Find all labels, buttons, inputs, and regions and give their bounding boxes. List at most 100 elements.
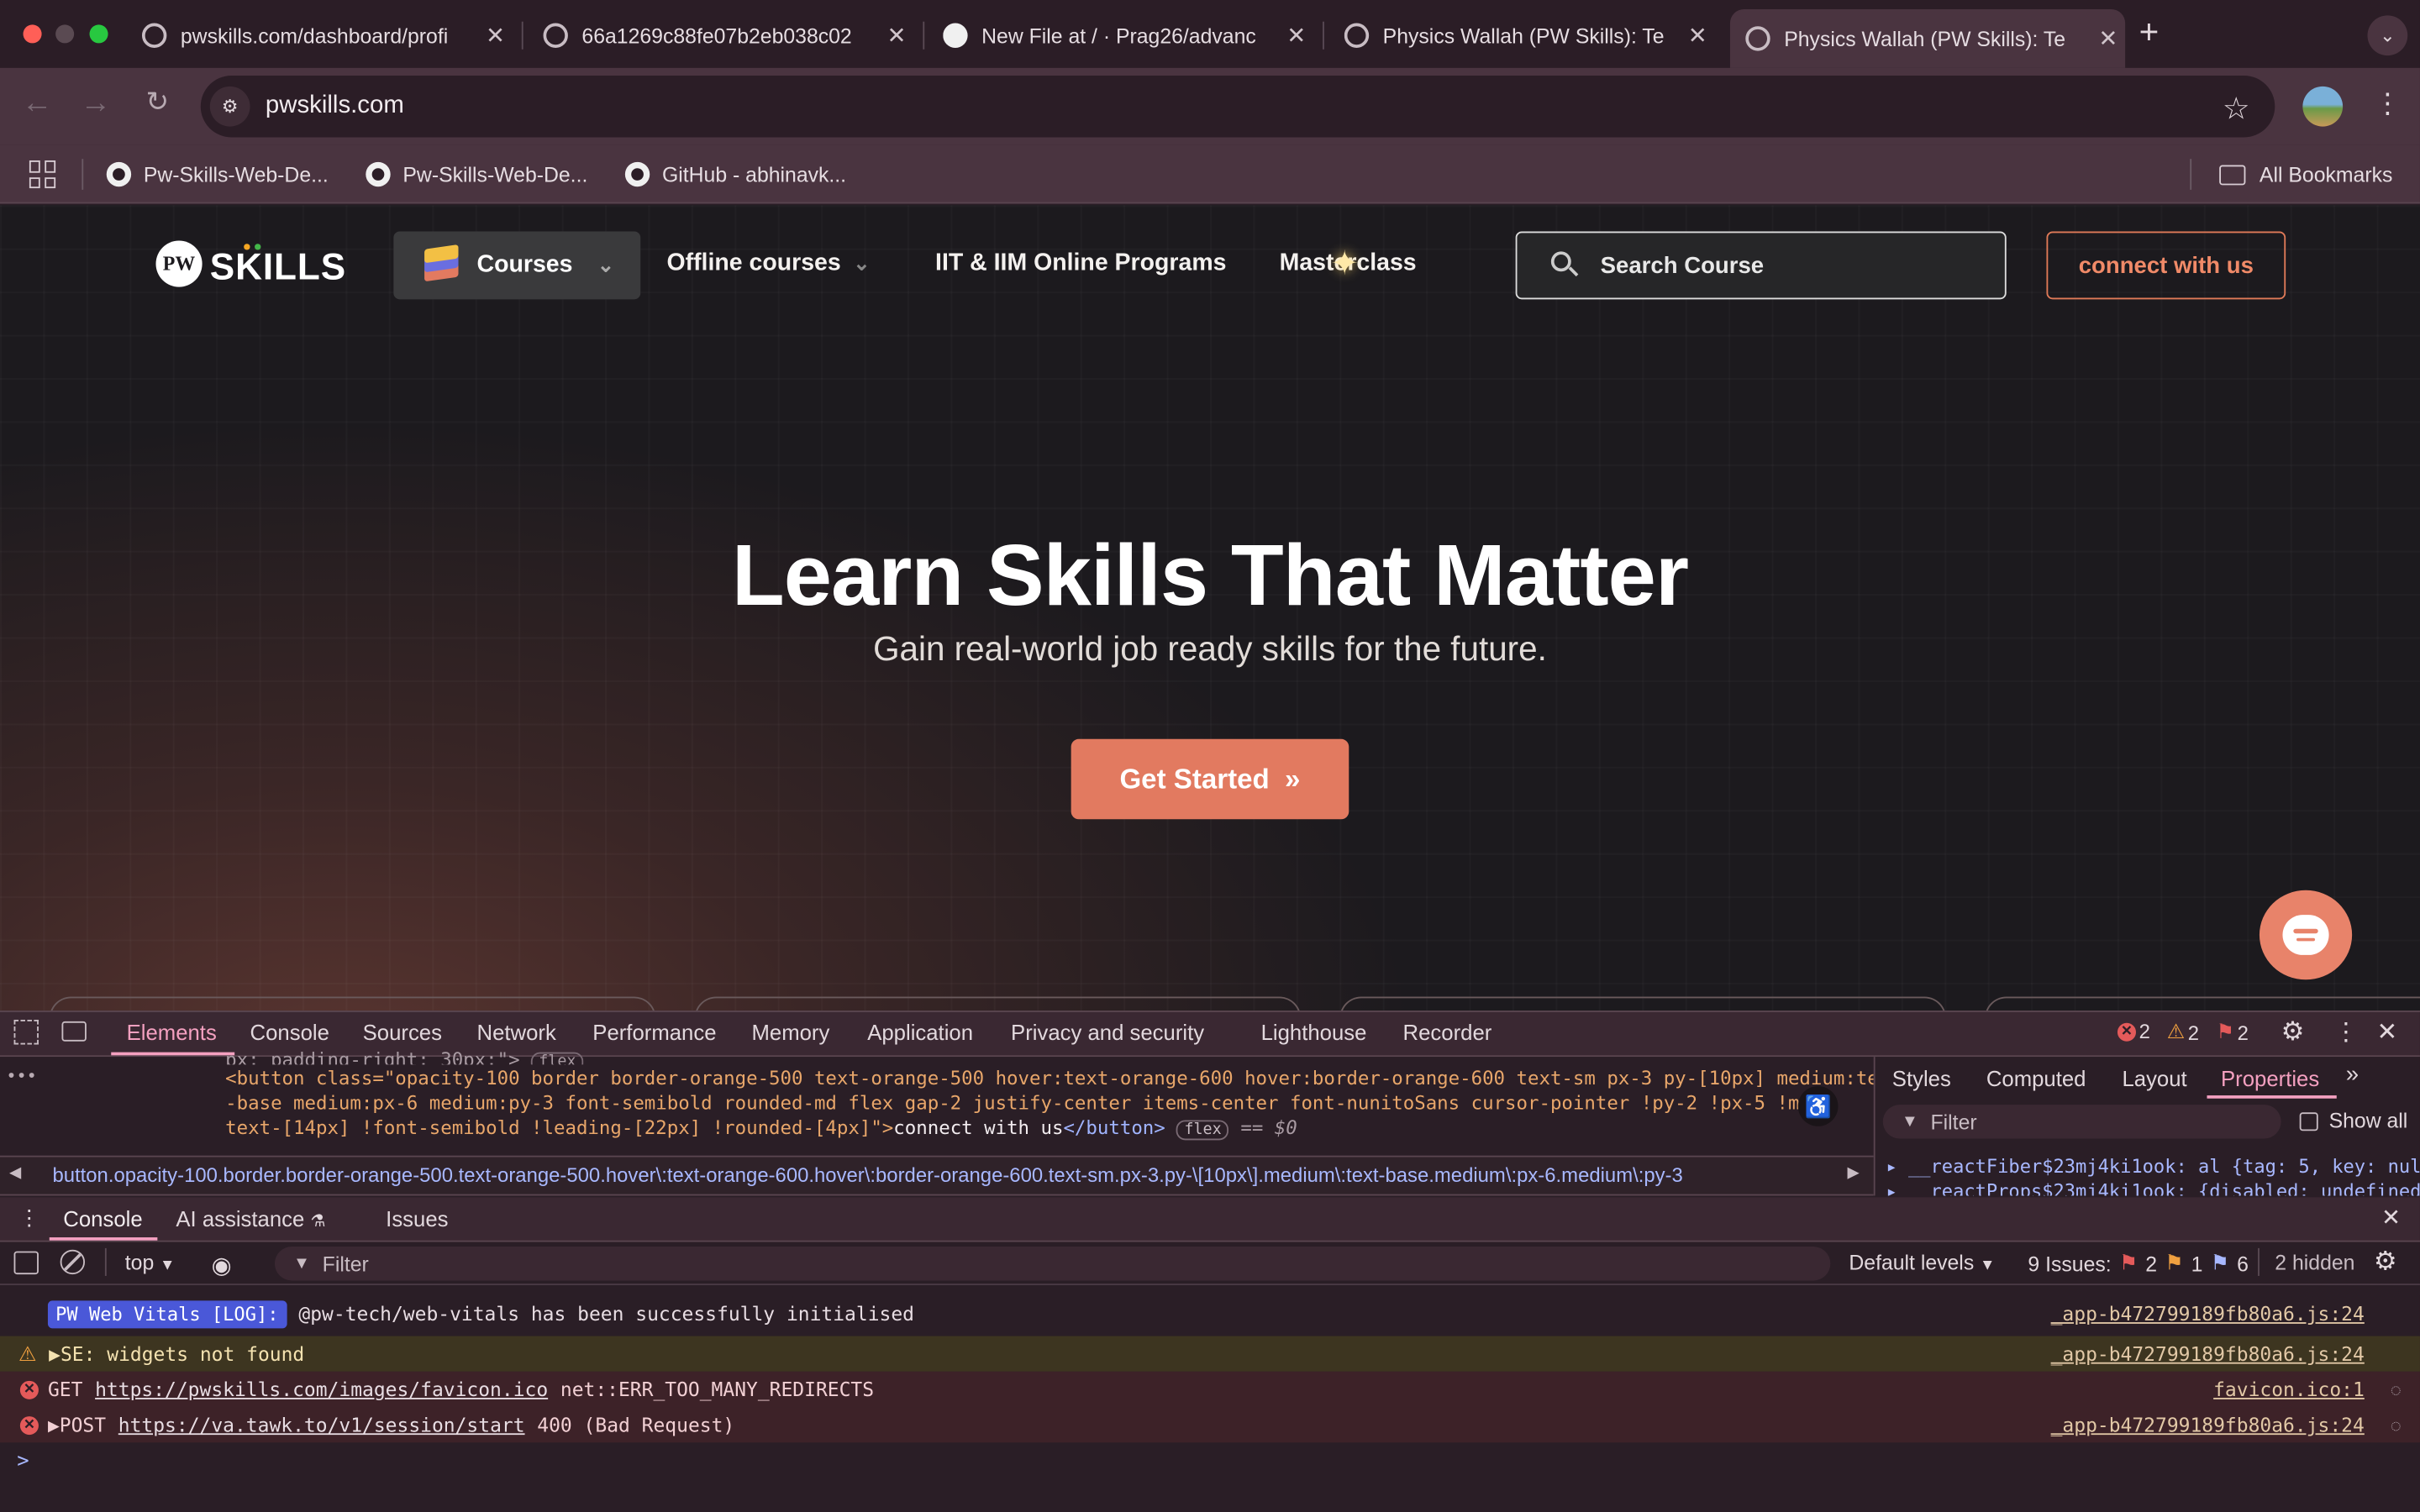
console-message-error[interactable]: ✕ GET https://pwskills.com/images/favico… <box>0 1371 2420 1408</box>
source-link[interactable]: _app-b472799189fb80a6.js:24 <box>2051 1413 2365 1436</box>
chat-widget-button[interactable] <box>2259 890 2353 980</box>
courses-dropdown-button[interactable]: Courses ⌄ <box>393 231 641 300</box>
error-url[interactable]: https://va.tawk.to/v1/session/start <box>118 1413 525 1436</box>
search-course-input[interactable]: Search Course <box>1515 231 2007 300</box>
drawer-tab-console[interactable]: Console <box>63 1206 142 1231</box>
flex-badge[interactable]: flex <box>531 1052 584 1065</box>
side-tab-layout[interactable]: Layout <box>2122 1066 2186 1090</box>
nav-iit-iim-programs[interactable]: IIT & IIM Online Programs <box>935 250 1226 278</box>
settings-gear-icon[interactable]: ⚙ <box>2281 1016 2305 1047</box>
more-tabs-icon[interactable]: » <box>2346 1062 2359 1088</box>
log-levels-dropdown[interactable]: Default levels ▼ <box>1849 1252 1995 1275</box>
logo-text[interactable]: SKILLS <box>210 247 346 290</box>
side-tab-computed[interactable]: Computed <box>1986 1066 2086 1090</box>
issues-count-badge[interactable]: ⚑ 2 <box>2217 1020 2249 1044</box>
back-arrow-icon[interactable]: ← <box>17 87 57 122</box>
devtools-tab-lighthouse[interactable]: Lighthouse <box>1261 1020 1367 1044</box>
devtools-tab-memory[interactable]: Memory <box>751 1020 829 1044</box>
devtools-tab-elements[interactable]: Elements <box>127 1020 217 1044</box>
issues-summary[interactable]: 9 Issues: ⚑ 2 ⚑ 1 ⚑ 6 <box>2028 1252 2248 1276</box>
bookmark-item[interactable]: Pw-Skills-Web-De... <box>106 156 329 193</box>
address-bar[interactable]: ⚙ pwskills.com <box>200 75 2275 138</box>
devtools-tab-performance[interactable]: Performance <box>592 1020 716 1044</box>
browser-tab-4[interactable]: Physics Wallah (PW Skills): Te ✕ <box>1344 9 1715 61</box>
console-prompt[interactable]: > <box>17 1450 29 1473</box>
devtools-tab-recorder[interactable]: Recorder <box>1403 1020 1492 1044</box>
warning-count-badge[interactable]: ⚠ 2 <box>2167 1020 2199 1044</box>
breadcrumb-selector[interactable]: button.opacity-100.border.border-orange-… <box>52 1163 1830 1187</box>
site-info-icon[interactable]: ⚙ <box>209 86 250 127</box>
code-line-0[interactable]: px; padding-right: 30px;"> flex <box>225 1049 584 1065</box>
maximize-window-button[interactable] <box>89 24 108 44</box>
forward-arrow-icon[interactable]: → <box>76 87 116 122</box>
close-window-button[interactable] <box>23 24 42 44</box>
tab-close-icon[interactable]: ✕ <box>880 22 913 50</box>
connect-with-us-button[interactable]: connect with us <box>2046 231 2286 300</box>
tab-close-icon[interactable]: ✕ <box>1280 22 1313 50</box>
browser-tab-2[interactable]: 66a1269c88fe07b2eb038c02 ✕ <box>543 9 914 61</box>
code-line-2[interactable]: -base medium:px-6 medium:py-3 font-semib… <box>225 1092 1874 1114</box>
clear-console-icon[interactable] <box>60 1249 86 1275</box>
side-tab-styles[interactable]: Styles <box>1892 1066 1951 1090</box>
drawer-tab-ai-assistance[interactable]: AI assistance ⚗ <box>176 1206 325 1231</box>
browser-tab-1[interactable]: pwskills.com/dashboard/profi ✕ <box>141 9 513 61</box>
apps-grid-icon[interactable] <box>29 160 57 189</box>
console-message-log[interactable]: PW Web Vitals [LOG]: @pw-tech/web-vitals… <box>0 1295 2420 1332</box>
console-settings-gear-icon[interactable]: ⚙ <box>2374 1247 2397 1278</box>
live-expression-eye-icon[interactable]: ◉ <box>212 1252 232 1278</box>
bookmark-item[interactable]: GitHub - abhinavk... <box>624 156 846 193</box>
drawer-tab-issues[interactable]: Issues <box>386 1206 448 1231</box>
close-drawer-icon[interactable]: ✕ <box>2381 1204 2401 1231</box>
ai-explain-icon[interactable]: ◌ <box>2391 1378 2402 1400</box>
get-started-button[interactable]: Get Started » <box>1071 738 1349 820</box>
tab-close-icon[interactable]: ✕ <box>2091 24 2125 52</box>
bookmark-star-icon[interactable]: ☆ <box>2223 90 2250 129</box>
tab-close-icon[interactable]: ✕ <box>1681 22 1714 50</box>
new-tab-button[interactable]: + <box>2139 13 2160 53</box>
error-count-badge[interactable]: ✕ 2 <box>2117 1020 2150 1043</box>
reload-icon[interactable]: ↻ <box>137 87 177 119</box>
console-filter-input[interactable]: ▼ Filter <box>274 1247 1831 1281</box>
property-react-props[interactable]: ▸ __reactProps$23mj4ki1ook: {disabled: u… <box>1886 1180 2419 1195</box>
sidebar-toggle-icon[interactable] <box>13 1251 39 1275</box>
devtools-tab-application[interactable]: Application <box>867 1020 973 1044</box>
devtools-tab-network[interactable]: Network <box>477 1020 556 1044</box>
console-message-warning[interactable]: ⚠ ▶SE: widgets not found _app-b472799189… <box>0 1336 2420 1372</box>
source-link[interactable]: favicon.ico:1 <box>2213 1378 2365 1401</box>
drawer-menu-icon[interactable]: ⋮ <box>18 1205 40 1231</box>
accessibility-icon[interactable]: ♿ <box>1797 1086 1839 1126</box>
bookmark-item[interactable]: Pw-Skills-Web-De... <box>366 156 587 193</box>
menu-kebab-icon[interactable]: ⋮ <box>2374 88 2402 121</box>
ai-explain-icon[interactable]: ◌ <box>2391 1414 2402 1436</box>
context-selector[interactable]: top ▼ <box>125 1252 176 1275</box>
breadcrumb-scroll-right-icon[interactable]: ▶ <box>1848 1165 1860 1182</box>
show-all-checkbox[interactable] <box>2299 1112 2318 1131</box>
more-dots-icon[interactable]: ••• <box>6 1066 37 1086</box>
inspect-element-icon[interactable] <box>13 1020 39 1045</box>
minimize-window-button[interactable] <box>55 24 75 44</box>
source-link[interactable]: _app-b472799189fb80a6.js:24 <box>2051 1342 2365 1366</box>
console-message-error[interactable]: ✕ ▶POST https://va.tawk.to/v1/session/st… <box>0 1407 2420 1443</box>
browser-tab-active[interactable]: Physics Wallah (PW Skills): Te ✕ <box>1729 9 2126 68</box>
breadcrumb-scroll-left-icon[interactable]: ◀ <box>9 1165 21 1182</box>
code-line-1[interactable]: <button class="opacity-100 border border… <box>225 1068 1874 1089</box>
nav-offline-courses[interactable]: Offline courses ⌄ <box>666 250 870 278</box>
side-tab-properties[interactable]: Properties <box>2221 1066 2319 1090</box>
source-link[interactable]: _app-b472799189fb80a6.js:24 <box>2051 1302 2365 1326</box>
property-react-fiber[interactable]: ▸ __reactFiber$23mj4ki1ook: al {tag: 5, … <box>1886 1156 2419 1178</box>
flex-badge[interactable]: flex <box>1176 1120 1229 1141</box>
properties-filter-input[interactable]: ▼ Filter <box>1882 1105 2281 1139</box>
tab-close-icon[interactable]: ✕ <box>478 22 512 50</box>
devtools-tab-privacy[interactable]: Privacy and security <box>1011 1020 1204 1044</box>
all-bookmarks-button[interactable]: All Bookmarks <box>2219 156 2392 193</box>
devtools-tab-sources[interactable]: Sources <box>363 1020 442 1044</box>
device-toolbar-icon[interactable] <box>61 1021 87 1042</box>
close-devtools-icon[interactable]: ✕ <box>2377 1016 2398 1047</box>
profile-avatar[interactable] <box>2302 86 2344 127</box>
pw-logo-icon[interactable]: PW <box>155 240 203 287</box>
code-line-3[interactable]: text-[14px] !font-semibold !leading-[22p… <box>225 1117 1297 1141</box>
browser-tab-3[interactable]: New File at / · Prag26/advanc ✕ <box>943 9 1313 61</box>
tab-search-chevron-icon[interactable]: ⌄ <box>2367 15 2408 56</box>
devtools-menu-kebab-icon[interactable]: ⋮ <box>2333 1016 2358 1047</box>
error-url[interactable]: https://pwskills.com/images/favicon.ico <box>95 1378 548 1401</box>
